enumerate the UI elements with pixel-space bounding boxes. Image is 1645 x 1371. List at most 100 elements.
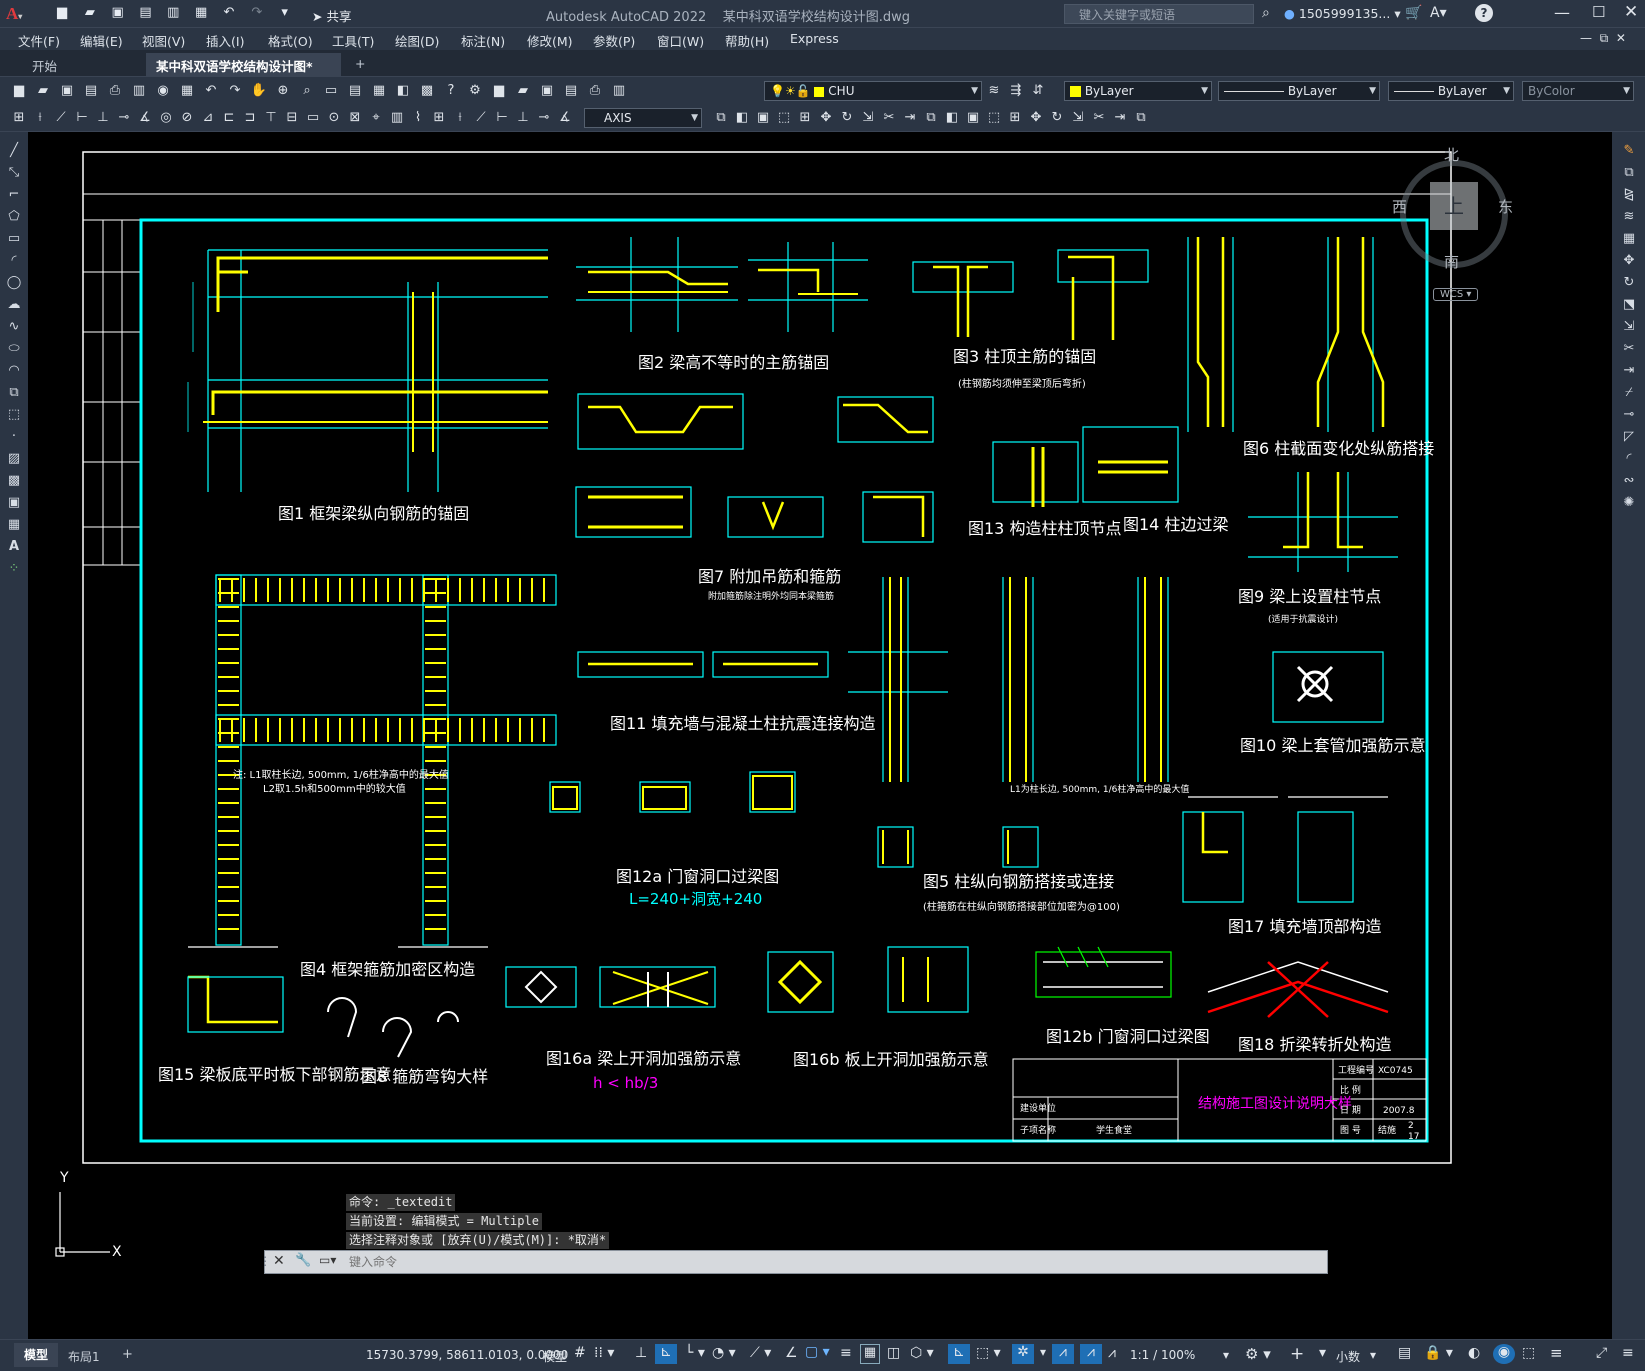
customize-dropdown-icon[interactable]: ▾ bbox=[276, 5, 294, 21]
standard-tool-icon-1[interactable]: ▆ bbox=[10, 82, 28, 100]
dimension-tool-icon-3[interactable]: ⟋ bbox=[52, 109, 70, 127]
object-snap-icon[interactable]: ▢ ▾ bbox=[805, 1344, 830, 1360]
selection-cycling-icon[interactable]: ◫ bbox=[887, 1345, 900, 1361]
auto-scale-icon[interactable]: ⩘ bbox=[1080, 1344, 1102, 1364]
save-icon[interactable]: ▣ bbox=[109, 5, 127, 21]
modify-tool-icon-20[interactable]: ⇥ bbox=[1111, 109, 1129, 127]
annotation-scale-icon[interactable]: ⩘ bbox=[1108, 1345, 1116, 1361]
viewcube-north[interactable]: 北 bbox=[1444, 144, 1459, 165]
circle-icon[interactable]: ◯ bbox=[5, 274, 23, 292]
dimension-tool-icon-25[interactable]: ⊥ bbox=[514, 109, 532, 127]
dimension-tool-icon-6[interactable]: ⊸ bbox=[115, 109, 133, 127]
standard-tool-icon-25[interactable]: ⎙ bbox=[586, 82, 604, 100]
menu-window[interactable]: 窗口(W) bbox=[657, 31, 704, 50]
lineweight-dropdown[interactable]: ByLayer ▼ bbox=[1388, 81, 1514, 101]
drawing-canvas[interactable]: 图1 框架梁纵向钢筋的锚固 图2 梁高不等时的主筋锚固 图3 柱顶主筋的锚固 (… bbox=[28, 132, 1612, 1339]
snap-icon[interactable]: ⁞⁞ ▾ bbox=[594, 1345, 614, 1361]
hatch-icon[interactable]: ▨ bbox=[5, 450, 23, 468]
units-toggle-icon[interactable]: ▾ bbox=[1319, 1345, 1326, 1361]
standard-tool-icon-8[interactable]: ▦ bbox=[178, 82, 196, 100]
redo-icon[interactable]: ↷ bbox=[248, 5, 266, 21]
dimension-tool-icon-15[interactable]: ▭ bbox=[304, 109, 322, 127]
standard-tool-icon-3[interactable]: ▣ bbox=[58, 82, 76, 100]
stretch-icon[interactable]: ⇲ bbox=[1620, 318, 1638, 336]
standard-tool-icon-15[interactable]: ▤ bbox=[346, 82, 364, 100]
dimension-tool-icon-8[interactable]: ◎ bbox=[157, 109, 175, 127]
menu-express[interactable]: Express bbox=[790, 31, 839, 46]
dimension-tool-icon-23[interactable]: ⟋ bbox=[472, 109, 490, 127]
trim-icon[interactable]: ✂ bbox=[1620, 340, 1638, 358]
plotstyle-dropdown[interactable]: ByColor ▼ bbox=[1522, 81, 1634, 101]
help-search-input[interactable]: 键入关键字或短语 bbox=[1064, 4, 1254, 24]
grip-icon[interactable]: ⋮ bbox=[259, 1254, 271, 1268]
standard-tool-icon-9[interactable]: ↶ bbox=[202, 82, 220, 100]
gizmo-icon[interactable]: ✲ bbox=[1012, 1344, 1034, 1364]
standard-tool-icon-12[interactable]: ⊕ bbox=[274, 82, 292, 100]
rotate-icon[interactable]: ↻ bbox=[1620, 274, 1638, 292]
units-value[interactable]: 小数 bbox=[1336, 1348, 1360, 1365]
table-icon[interactable]: ▦ bbox=[5, 516, 23, 534]
polar-tracking-icon[interactable]: ◔ ▾ bbox=[712, 1345, 736, 1361]
lineweight-icon[interactable]: ≡ bbox=[840, 1345, 852, 1361]
web-mobile-icon[interactable]: ▥ bbox=[164, 5, 182, 21]
tab-add-button[interactable]: + bbox=[345, 53, 375, 76]
minimize-icon[interactable]: — bbox=[1554, 3, 1570, 22]
standard-tool-icon-4[interactable]: ▤ bbox=[82, 82, 100, 100]
modify-tool-icon-2[interactable]: ◧ bbox=[733, 109, 751, 127]
dimension-tool-icon-17[interactable]: ⊠ bbox=[346, 109, 364, 127]
dimension-tool-icon-9[interactable]: ⊘ bbox=[178, 109, 196, 127]
menu-insert[interactable]: 插入(I) bbox=[206, 31, 244, 50]
menu-draw[interactable]: 绘图(D) bbox=[395, 31, 439, 50]
standard-tool-icon-24[interactable]: ▤ bbox=[562, 82, 580, 100]
modify-tool-icon-14[interactable]: ⬚ bbox=[985, 109, 1003, 127]
menu-help[interactable]: 帮助(H) bbox=[725, 31, 769, 50]
command-customize-icon[interactable]: 🔧 bbox=[295, 1253, 311, 1268]
copy-icon[interactable]: ⧉ bbox=[1620, 164, 1638, 182]
modify-tool-icon-9[interactable]: ✂ bbox=[880, 109, 898, 127]
menu-file[interactable]: 文件(F) bbox=[18, 31, 60, 50]
ortho-icon[interactable]: └ ▾ bbox=[685, 1345, 705, 1361]
revcloud-icon[interactable]: ☁ bbox=[5, 296, 23, 314]
standard-tool-icon-20[interactable]: ⚙ bbox=[466, 82, 484, 100]
modify-tool-icon-18[interactable]: ⇲ bbox=[1069, 109, 1087, 127]
insert-block-icon[interactable]: ⧉ bbox=[5, 384, 23, 402]
mirror-icon[interactable]: ⧎ bbox=[1620, 186, 1638, 204]
standard-tool-icon-11[interactable]: ✋ bbox=[250, 82, 268, 100]
standard-tool-icon-16[interactable]: ▦ bbox=[370, 82, 388, 100]
infer-constraints-icon[interactable]: ⊥ bbox=[635, 1345, 647, 1361]
spline-icon[interactable]: ∿ bbox=[5, 318, 23, 336]
wcs-menu[interactable]: WCS ▾ bbox=[1433, 288, 1479, 301]
layout-tab-1[interactable]: 布局1 bbox=[68, 1348, 100, 1365]
menu-view[interactable]: 视图(V) bbox=[142, 31, 185, 50]
hardware-acceleration-icon[interactable]: ◉ bbox=[1493, 1344, 1515, 1364]
dimension-tool-icon-16[interactable]: ⊙ bbox=[325, 109, 343, 127]
tab-start[interactable]: 开始 bbox=[22, 53, 67, 76]
tab-document[interactable]: 某中科双语学校结构设计图* ✕ bbox=[146, 53, 341, 90]
modify-tool-icon-17[interactable]: ↻ bbox=[1048, 109, 1066, 127]
extend-icon[interactable]: ⇥ bbox=[1620, 362, 1638, 380]
autocad-logo-icon[interactable]: A▾ bbox=[6, 4, 36, 24]
region-icon[interactable]: ▣ bbox=[5, 494, 23, 512]
menu-format[interactable]: 格式(O) bbox=[268, 31, 313, 50]
viewcube-east[interactable]: 东 bbox=[1498, 196, 1513, 217]
menu-dimension[interactable]: 标注(N) bbox=[461, 31, 505, 50]
workspace-gear-icon[interactable]: ⚙ ▾ bbox=[1245, 1345, 1271, 1363]
color-dropdown[interactable]: ByLayer ▼ bbox=[1064, 81, 1212, 101]
ellipse-icon[interactable]: ⬭ bbox=[5, 340, 23, 358]
modify-tool-icon-1[interactable]: ⧉ bbox=[712, 109, 730, 127]
object-snap-tracking-icon[interactable]: ∠ bbox=[785, 1345, 798, 1361]
dimension-tool-icon-1[interactable]: ⊞ bbox=[10, 109, 28, 127]
linetype-dropdown[interactable]: ByLayer ▼ bbox=[1218, 81, 1380, 101]
dimension-tool-icon-18[interactable]: ⌖ bbox=[367, 109, 385, 127]
modify-tool-icon-3[interactable]: ▣ bbox=[754, 109, 772, 127]
dynamic-ucs-icon[interactable]: ⊾ bbox=[948, 1344, 970, 1364]
menu-tools[interactable]: 工具(T) bbox=[332, 31, 374, 50]
dimension-tool-icon-5[interactable]: ⊥ bbox=[94, 109, 112, 127]
grid-icon[interactable]: # bbox=[574, 1345, 586, 1361]
modify-tool-icon-15[interactable]: ⊞ bbox=[1006, 109, 1024, 127]
polyline-icon[interactable]: ⌐ bbox=[5, 186, 23, 204]
command-close-icon[interactable]: ✕ bbox=[273, 1253, 285, 1269]
dimension-tool-icon-4[interactable]: ⊢ bbox=[73, 109, 91, 127]
modify-tool-icon-8[interactable]: ⇲ bbox=[859, 109, 877, 127]
clean-screen-icon[interactable]: ⬚ bbox=[1522, 1345, 1535, 1361]
